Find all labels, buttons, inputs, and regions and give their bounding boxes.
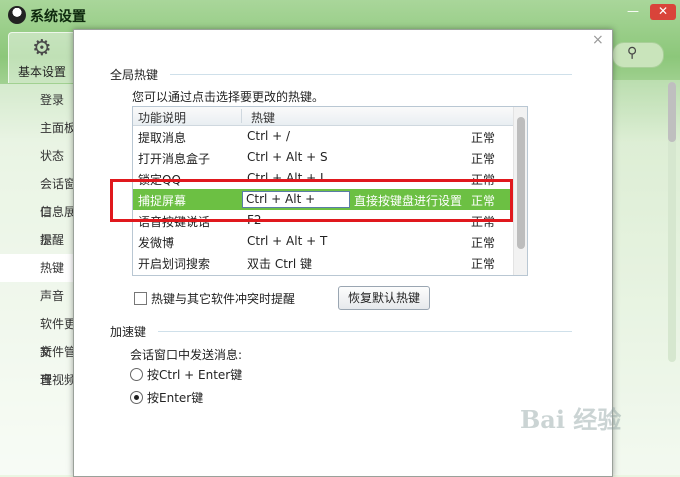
row-hotkey: Ctrl + /	[247, 129, 291, 143]
radio-ctrl-enter[interactable]	[130, 368, 143, 381]
radio-enter[interactable]	[130, 391, 143, 404]
sidebar-item-software-update[interactable]: 软件更新	[0, 310, 80, 359]
section-divider	[158, 331, 572, 332]
sidebar-item-file-management[interactable]: 文件管理	[0, 338, 80, 387]
search-icon: ⚲	[627, 45, 638, 61]
send-message-label: 会话窗口中发送消息:	[130, 348, 243, 362]
sidebar-item-info-display[interactable]: 信息展示	[0, 198, 80, 247]
table-scrollbar[interactable]	[513, 107, 527, 275]
minimize-button[interactable]: —	[620, 4, 646, 20]
annotation-highlight-box	[110, 179, 513, 222]
qq-penguin-icon	[8, 6, 26, 24]
row-function: 打开消息盒子	[138, 152, 211, 166]
row-status: 正常	[471, 236, 496, 250]
gear-icon: ⚙	[32, 36, 52, 61]
tab-label: 基本设置	[17, 65, 66, 79]
scrollbar-thumb[interactable]	[517, 117, 525, 249]
scrollbar-thumb[interactable]	[668, 82, 676, 142]
row-function: 提取消息	[138, 131, 187, 145]
sidebar-item-login[interactable]: 登录	[0, 86, 80, 114]
sidebar-item-sound[interactable]: 声音	[0, 282, 80, 310]
table-row[interactable]: 开启划词搜索 双击 Ctrl 键 正常	[133, 252, 513, 273]
section-divider	[170, 74, 572, 75]
hotkey-description: 您可以通过点击选择要更改的热键。	[132, 90, 325, 104]
sidebar-item-audio-video[interactable]: 音视频	[0, 366, 80, 394]
sidebar: 登录 主面板 状态 会话窗口 信息展示 提醒 热键 声音 软件更新 文件管理 音…	[0, 84, 80, 475]
section-global-hotkeys: 全局热键	[110, 68, 159, 82]
search-button[interactable]: ⚲	[612, 42, 664, 68]
close-window-button[interactable]: ✕	[650, 4, 676, 20]
background-scrollbar[interactable]	[668, 82, 676, 362]
column-header-hotkey[interactable]: 热键	[251, 109, 275, 126]
sidebar-item-reminder[interactable]: 提醒	[0, 226, 80, 254]
column-divider	[241, 109, 242, 123]
table-row[interactable]: 打开消息盒子 Ctrl + Alt + S 正常	[133, 147, 513, 168]
restore-default-hotkeys-button[interactable]: 恢复默认热键	[338, 286, 430, 310]
dialog-close-icon[interactable]: ×	[592, 32, 604, 48]
window-title: 系统设置	[30, 9, 86, 25]
column-header-function[interactable]: 功能说明	[138, 109, 186, 126]
table-header: 功能说明 热键	[133, 107, 513, 126]
sidebar-item-hotkeys[interactable]: 热键	[0, 254, 80, 282]
row-function: 发微博	[138, 236, 175, 250]
title-bar: 系统设置 — ✕	[0, 0, 680, 30]
sidebar-item-main-panel[interactable]: 主面板	[0, 114, 80, 142]
row-status: 正常	[471, 131, 496, 145]
section-accelerator-keys: 加速键	[110, 325, 147, 339]
conflict-alert-label[interactable]: 热键与其它软件冲突时提醒	[151, 290, 295, 307]
row-status: 正常	[471, 152, 496, 166]
sidebar-item-chat-window[interactable]: 会话窗口	[0, 170, 80, 219]
table-row[interactable]: 提取消息 Ctrl + / 正常	[133, 126, 513, 147]
radio-ctrl-enter-label[interactable]: 按Ctrl + Enter键	[147, 366, 242, 383]
row-function: 开启划词搜索	[138, 257, 211, 271]
conflict-alert-checkbox[interactable]	[134, 292, 147, 305]
row-hotkey: 双击 Ctrl 键	[247, 257, 312, 271]
row-status: 正常	[471, 257, 496, 271]
radio-enter-label[interactable]: 按Enter键	[147, 389, 203, 406]
sidebar-item-status[interactable]: 状态	[0, 142, 80, 170]
table-row[interactable]: 发微博 Ctrl + Alt + T 正常	[133, 231, 513, 252]
tab-basic-settings[interactable]: ⚙ 基本设置	[8, 32, 76, 83]
watermark-logo: Bai 经验	[520, 405, 622, 434]
row-hotkey: Ctrl + Alt + S	[247, 150, 328, 164]
row-hotkey: Ctrl + Alt + T	[247, 234, 328, 248]
